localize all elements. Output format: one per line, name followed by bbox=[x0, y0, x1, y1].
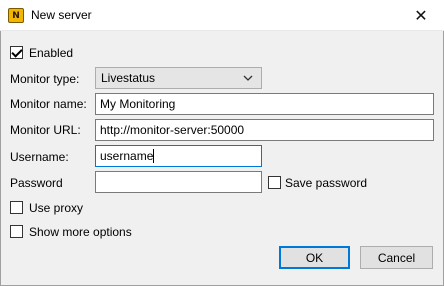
use-proxy-label: Use proxy bbox=[29, 201, 84, 215]
app-icon: N bbox=[8, 8, 24, 23]
username-label: Username: bbox=[10, 150, 69, 164]
monitor-type-value: Livestatus bbox=[101, 71, 156, 85]
window-border-left bbox=[0, 31, 1, 286]
use-proxy-checkbox[interactable] bbox=[10, 201, 23, 214]
text-caret bbox=[153, 149, 155, 163]
monitor-name-value: My Monitoring bbox=[100, 97, 176, 111]
ok-button-label: OK bbox=[305, 250, 324, 265]
monitor-type-select[interactable]: Livestatus bbox=[95, 67, 262, 89]
monitor-url-input[interactable]: http://monitor-server:50000 bbox=[95, 119, 434, 141]
monitor-url-value: http://monitor-server:50000 bbox=[100, 123, 245, 137]
chevron-down-icon bbox=[243, 75, 253, 81]
save-password-label: Save password bbox=[285, 176, 368, 190]
monitor-name-input[interactable]: My Monitoring bbox=[95, 93, 434, 115]
window-title: New server bbox=[31, 8, 92, 22]
cancel-button[interactable]: Cancel bbox=[360, 246, 433, 269]
monitor-name-label: Monitor name: bbox=[10, 97, 87, 111]
show-more-options-checkbox[interactable] bbox=[10, 225, 23, 238]
username-value: username bbox=[100, 149, 154, 163]
monitor-url-label: Monitor URL: bbox=[10, 123, 81, 137]
password-input[interactable] bbox=[95, 171, 262, 193]
username-input[interactable]: username bbox=[95, 145, 262, 167]
cancel-button-label: Cancel bbox=[377, 250, 416, 265]
show-more-options-label: Show more options bbox=[29, 225, 132, 239]
enabled-label: Enabled bbox=[29, 46, 74, 60]
title-bar: N New server ✕ bbox=[0, 0, 444, 31]
close-button[interactable]: ✕ bbox=[398, 0, 444, 31]
monitor-type-label: Monitor type: bbox=[10, 72, 80, 86]
save-password-checkbox[interactable] bbox=[268, 176, 281, 189]
enabled-checkbox[interactable] bbox=[10, 46, 23, 59]
password-label: Password bbox=[10, 176, 63, 190]
ok-button[interactable]: OK bbox=[279, 246, 350, 269]
close-icon: ✕ bbox=[414, 6, 428, 25]
